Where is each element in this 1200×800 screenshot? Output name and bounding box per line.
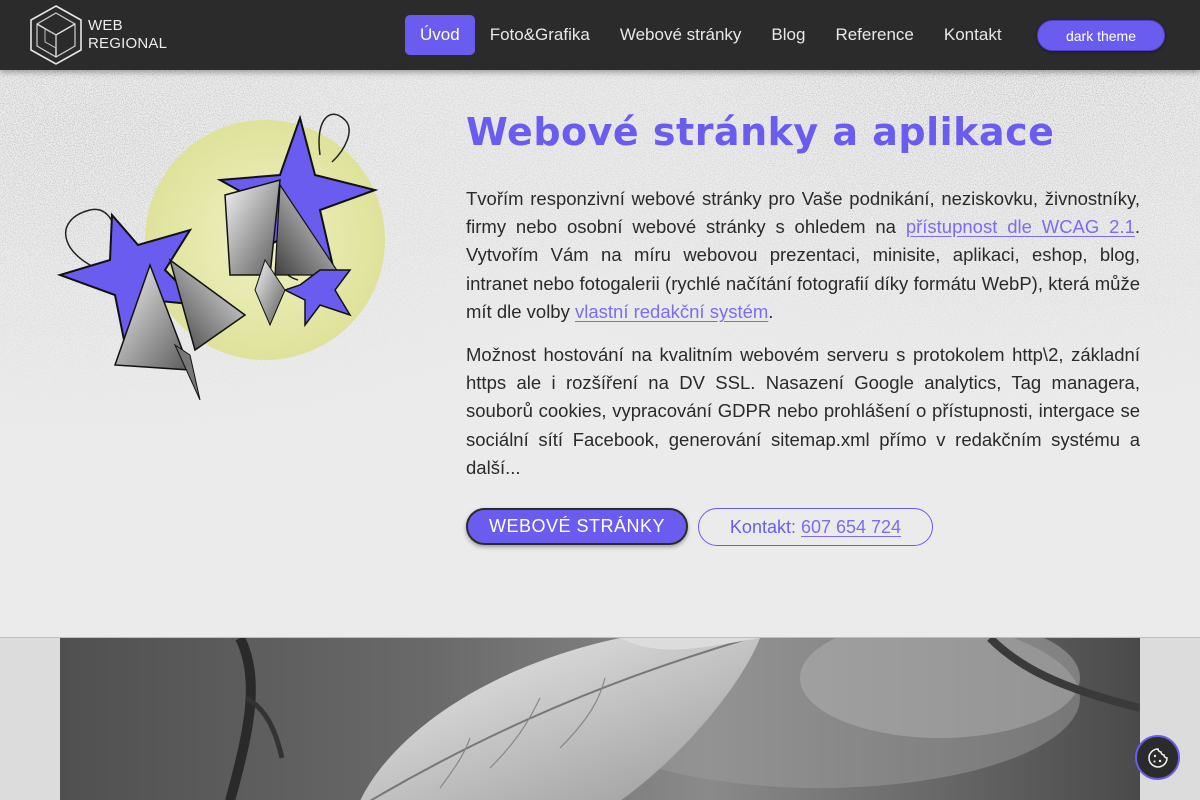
page-title: Webové stránky a aplikace [466,110,1055,154]
photo-band [0,637,1200,800]
site-logo[interactable]: WEB REGIONAL [28,4,168,66]
logo-line-2: REGIONAL [88,35,168,52]
wcag-link[interactable]: přístupnost dle WCAG 2.1 [906,216,1135,237]
contact-button[interactable]: Kontakt: 607 654 724 [698,508,933,546]
nav-item-kontakt[interactable]: Kontakt [929,15,1017,55]
cms-link[interactable]: vlastní redakční systém [575,301,768,322]
stars-moon-illustration [56,113,385,400]
nav-item-blog[interactable]: Blog [756,15,820,55]
main-nav: Úvod Foto&Grafika Webové stránky Blog Re… [405,15,1017,55]
cookie-settings-button[interactable] [1135,735,1180,780]
intro-text-c: . [768,300,774,322]
leaf-photo [60,638,1140,800]
contact-label: Kontakt: [729,516,796,537]
logo-line-1: WEB [88,17,123,34]
hero-section: Webové stránky a aplikace Tvořím responz… [0,70,1200,637]
logo-text: WEB REGIONAL [88,17,167,53]
cookie-icon [1147,747,1168,768]
nav-item-uvod[interactable]: Úvod [405,15,475,55]
dark-theme-button[interactable]: dark theme [1037,20,1165,51]
site-header: WEB REGIONAL Úvod Foto&Grafika Webové st… [0,0,1200,70]
leaf-photo-image [60,638,1140,800]
nav-item-foto-grafika[interactable]: Foto&Grafika [475,15,605,55]
hosting-paragraph: Možnost hostování na kvalitním webovém s… [466,344,1140,478]
phone-link[interactable]: 607 654 724 [801,517,901,538]
nav-item-reference[interactable]: Reference [820,15,928,55]
intro-paragraph: Tvořím responzivní webové stránky pro Va… [466,185,1140,326]
cube-logo-icon [30,5,82,65]
nav-item-webove-stranky[interactable]: Webové stránky [605,15,757,55]
webove-stranky-button[interactable]: WEBOVÉ STRÁNKY [466,508,688,545]
